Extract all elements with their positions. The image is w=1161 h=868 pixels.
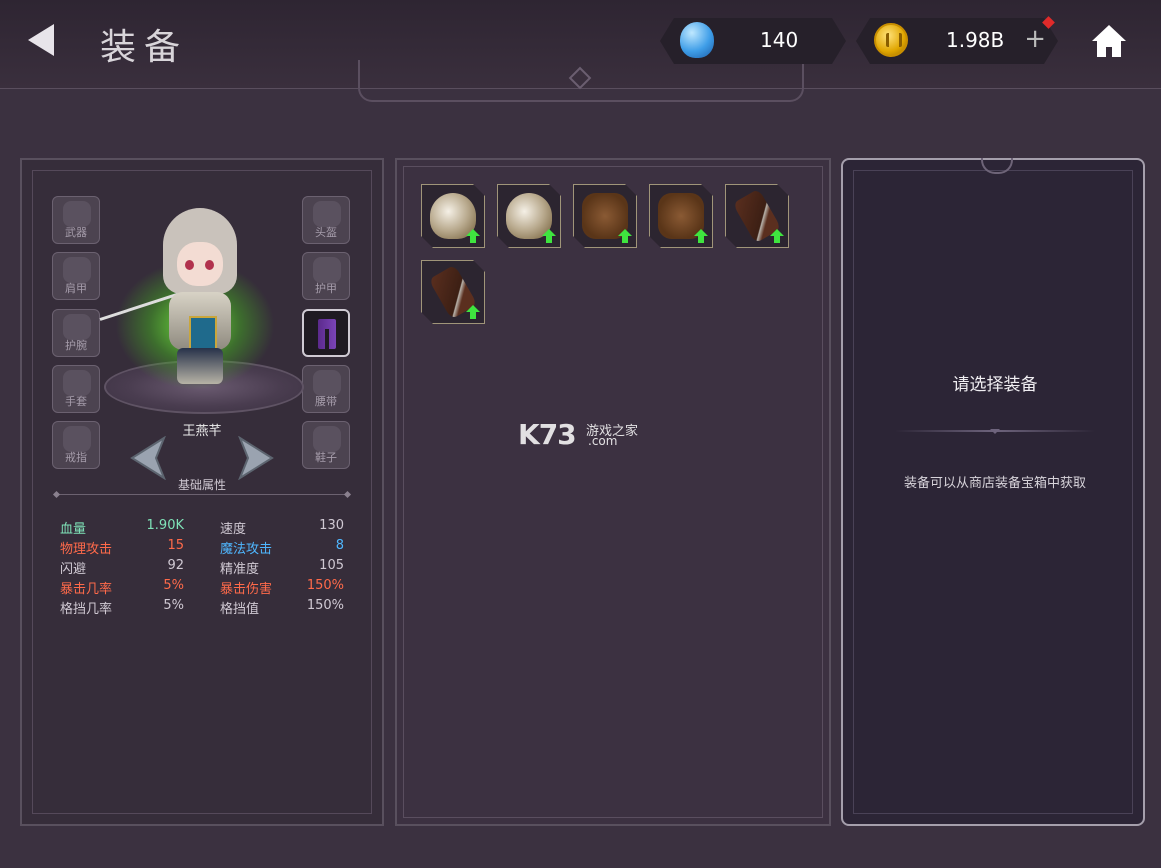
gem-counter: 140	[660, 18, 846, 64]
slot-label: 戒指	[65, 451, 87, 464]
slot-label: 武器	[65, 226, 87, 239]
home-icon[interactable]	[1090, 22, 1128, 60]
slot-weapon[interactable]: 武器	[52, 196, 100, 244]
stat-label: 速度	[220, 522, 247, 537]
stat-value: 150%	[306, 578, 344, 593]
slot-armor[interactable]: 护甲	[302, 252, 350, 300]
detail-divider	[895, 429, 1095, 434]
stat-value: 15	[167, 538, 184, 553]
detail-panel: 请选择装备 装备可以从商店装备宝箱中获取	[841, 158, 1145, 826]
gold-coin-icon	[874, 23, 908, 57]
stat-value: 92	[167, 558, 184, 573]
slot-shoulder[interactable]: 肩甲	[52, 252, 100, 300]
slot-label: 护腕	[65, 339, 87, 352]
add-gold-button[interactable]: +	[1024, 24, 1046, 54]
stat-value: 5%	[163, 578, 184, 593]
stat-value: 130	[319, 518, 344, 533]
previous-hero-arrow-icon[interactable]	[130, 436, 166, 480]
stat-label: 血量	[60, 522, 87, 537]
stat-label: 精准度	[220, 562, 260, 577]
inventory-item[interactable]	[421, 184, 485, 248]
upgrade-arrow-icon	[542, 229, 556, 243]
stats-divider	[56, 494, 348, 495]
watermark-logo: K73	[518, 418, 577, 451]
base-stats-title: 基础属性	[177, 478, 226, 492]
stat-value: 8	[335, 538, 344, 553]
hero-model[interactable]	[155, 208, 245, 388]
stat-value: 105	[319, 558, 344, 573]
upgrade-arrow-icon	[466, 305, 480, 319]
pants-icon	[318, 319, 336, 349]
inventory-item[interactable]	[573, 184, 637, 248]
stat-label: 闪避	[60, 562, 87, 577]
inventory-item[interactable]	[497, 184, 561, 248]
slot-label: 鞋子	[315, 451, 337, 464]
slot-label: 手套	[65, 395, 87, 408]
upgrade-arrow-icon	[694, 229, 708, 243]
slot-bracer[interactable]: 护腕	[52, 309, 100, 357]
gem-icon	[680, 22, 714, 58]
slot-label: 肩甲	[65, 282, 87, 295]
inventory-item[interactable]	[649, 184, 713, 248]
stat-value: 1.90K	[146, 518, 184, 533]
slot-pants-selected[interactable]	[302, 309, 350, 357]
gold-counter: 1.98B +	[856, 18, 1058, 64]
stat-value: 150%	[306, 598, 344, 613]
slot-label: 头盔	[315, 226, 337, 239]
next-hero-arrow-icon[interactable]	[238, 436, 274, 480]
equipment-source-hint: 装备可以从商店装备宝箱中获取	[903, 476, 1086, 491]
slot-belt[interactable]: 腰带	[302, 365, 350, 413]
stat-label: 魔法攻击	[220, 542, 273, 557]
inventory-item[interactable]	[725, 184, 789, 248]
stat-label: 暴击伤害	[220, 582, 273, 597]
gem-amount: 140	[760, 28, 799, 52]
upgrade-arrow-icon	[770, 229, 784, 243]
hero-name: 王燕芊	[182, 424, 222, 439]
slot-label: 腰带	[315, 395, 337, 408]
stat-label: 物理攻击	[60, 542, 113, 557]
select-equipment-prompt: 请选择装备	[952, 375, 1038, 395]
stat-label: 暴击几率	[60, 582, 113, 597]
detail-panel-frame	[853, 170, 1133, 814]
slot-gloves[interactable]: 手套	[52, 365, 100, 413]
upgrade-arrow-icon	[618, 229, 632, 243]
back-arrow-icon[interactable]	[28, 24, 54, 56]
watermark-tld: .com	[588, 434, 618, 448]
inventory-panel	[395, 158, 831, 826]
slot-helmet[interactable]: 头盔	[302, 196, 350, 244]
stat-label: 格挡几率	[60, 602, 113, 617]
gold-amount: 1.98B	[946, 28, 1005, 52]
upgrade-arrow-icon	[466, 229, 480, 243]
stat-value: 5%	[163, 598, 184, 613]
stat-label: 格挡值	[220, 602, 260, 617]
watermark: K73 游戏之家 .com	[518, 418, 648, 452]
inventory-item[interactable]	[421, 260, 485, 324]
page-title: 装备	[100, 27, 189, 68]
slot-label: 护甲	[315, 282, 337, 295]
